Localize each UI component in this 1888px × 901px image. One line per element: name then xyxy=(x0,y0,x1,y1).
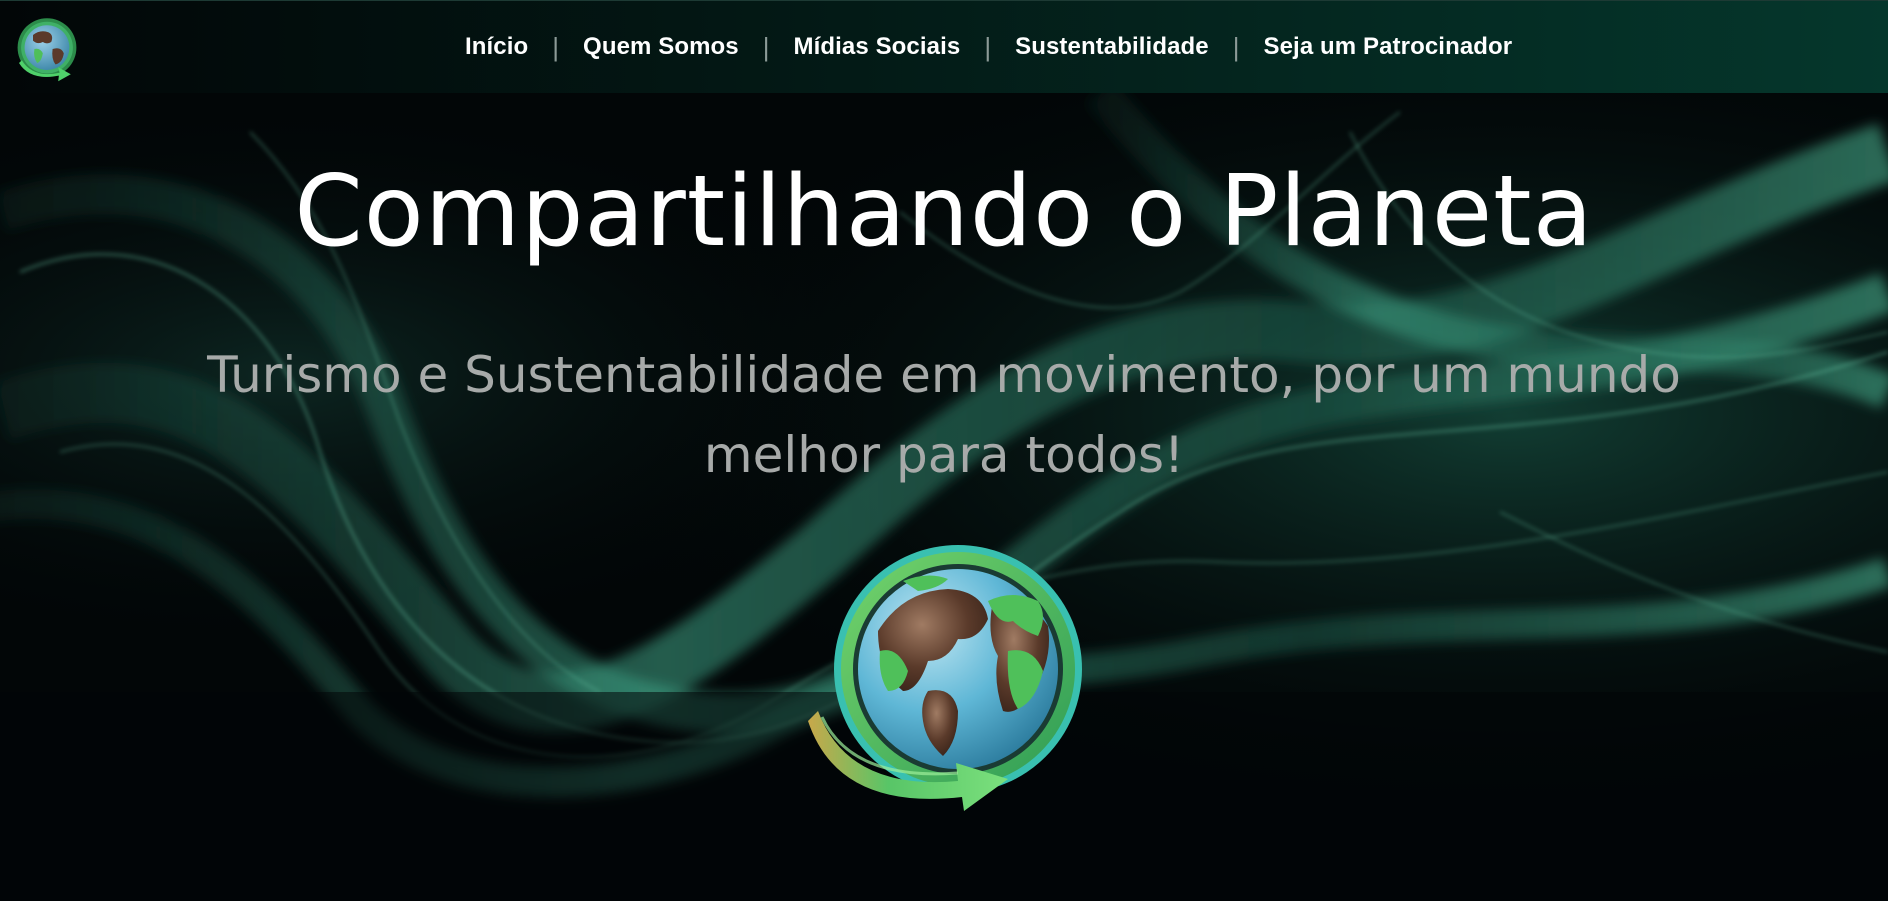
nav-item-seja-patrocinador[interactable]: Seja um Patrocinador xyxy=(1254,33,1523,61)
nav-item-sustentabilidade[interactable]: Sustentabilidade xyxy=(1005,33,1219,61)
globe-arrow-logo-icon[interactable] xyxy=(12,14,82,84)
nav-separator: | xyxy=(1232,31,1240,62)
nav-separator: | xyxy=(984,31,992,62)
page: Início | Quem Somos | Mídias Sociais | S… xyxy=(0,0,1888,901)
globe-arrow-logo-icon xyxy=(808,545,1082,811)
nav-separator: | xyxy=(552,31,560,62)
hero-subtitle: Turismo e Sustentabilidade em movimento,… xyxy=(207,346,1681,484)
hero-section: Compartilhando o Planeta Turismo e Suste… xyxy=(0,92,1888,901)
nav-item-midias-sociais[interactable]: Mídias Sociais xyxy=(784,33,971,61)
main-nav: Início | Quem Somos | Mídias Sociais | S… xyxy=(455,1,1522,93)
navbar: Início | Quem Somos | Mídias Sociais | S… xyxy=(0,0,1888,93)
nav-item-quem-somos[interactable]: Quem Somos xyxy=(573,33,749,61)
nav-item-inicio[interactable]: Início xyxy=(455,33,538,61)
hero-title: Compartilhando o Planeta xyxy=(294,155,1594,269)
nav-separator: | xyxy=(762,31,770,62)
